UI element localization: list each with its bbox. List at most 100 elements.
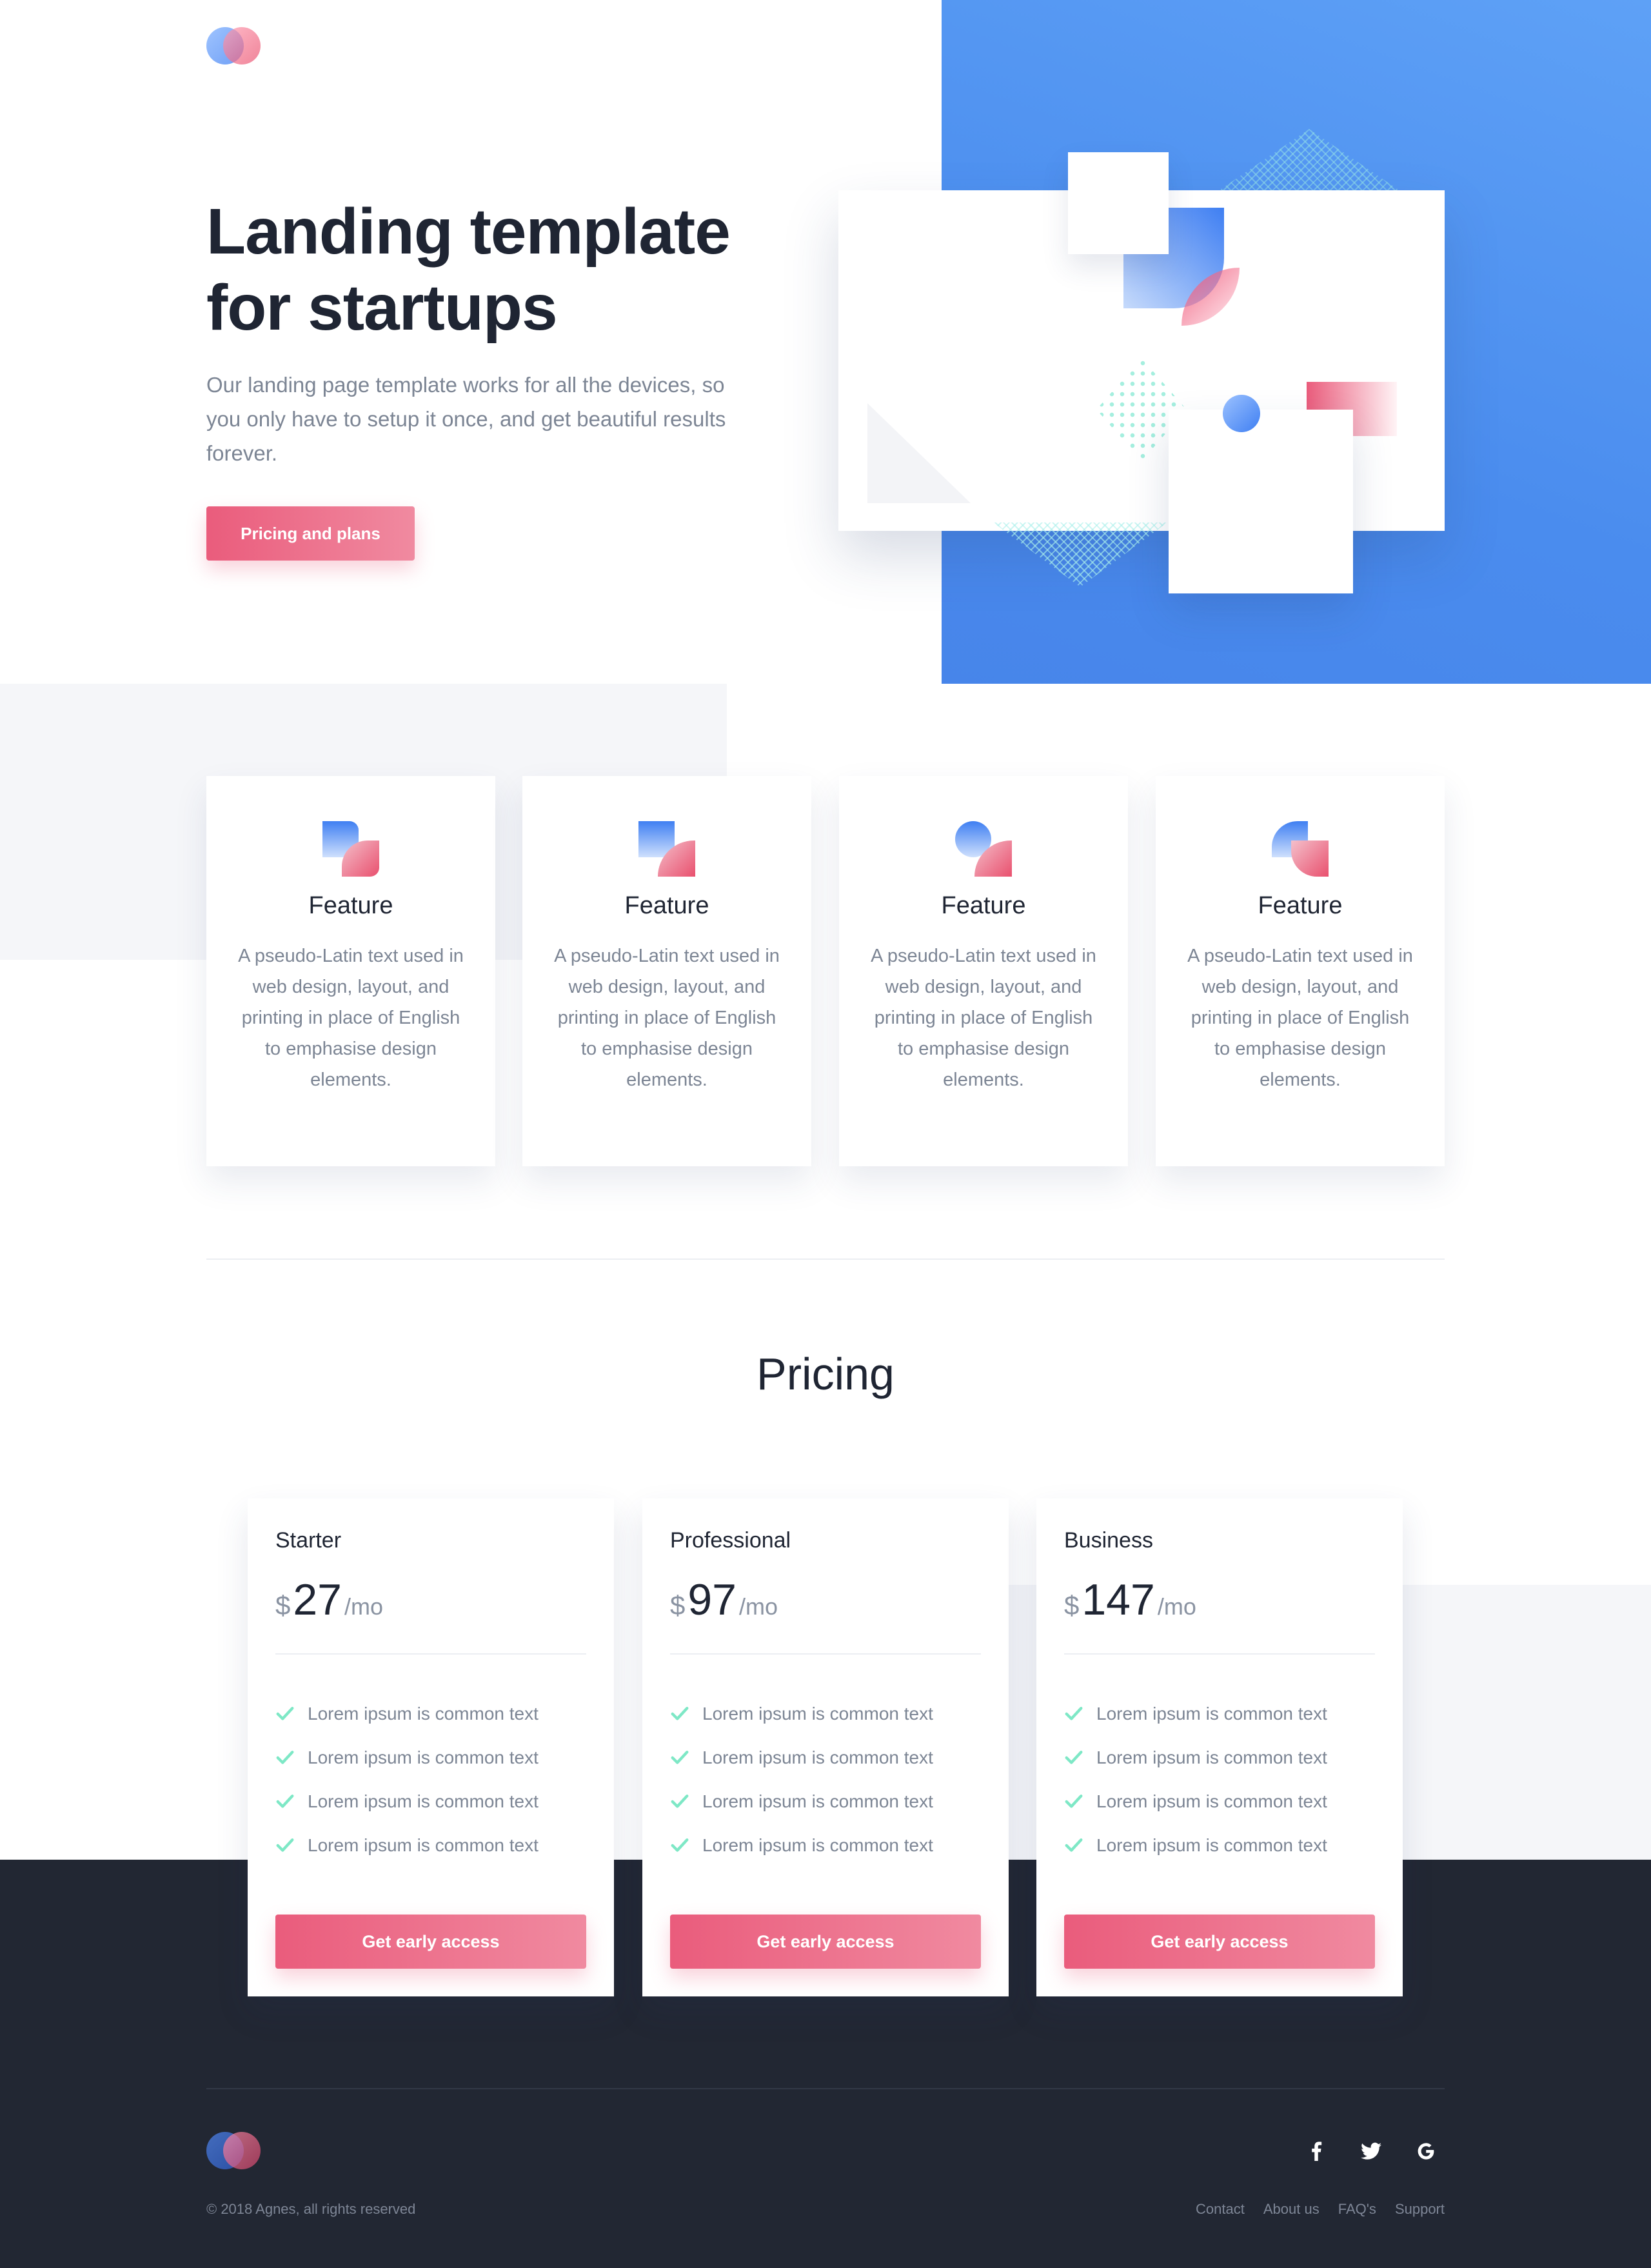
feature-title: Feature	[308, 892, 393, 919]
google-icon[interactable]	[1415, 2140, 1437, 2162]
list-item: Lorem ipsum is common text	[670, 1824, 933, 1867]
list-item-text: Lorem ipsum is common text	[1096, 1704, 1327, 1724]
price-currency: $	[275, 1590, 291, 1620]
footer-links: Contact About us FAQ's Support	[1196, 2201, 1445, 2218]
list-item-text: Lorem ipsum is common text	[1096, 1791, 1327, 1811]
check-icon	[276, 1751, 294, 1764]
list-item: Lorem ipsum is common text	[275, 1736, 539, 1780]
check-icon	[671, 1751, 689, 1764]
plan-divider	[275, 1653, 586, 1655]
list-item: Lorem ipsum is common text	[1064, 1692, 1327, 1736]
feature-card: Feature A pseudo-Latin text used in web …	[839, 776, 1128, 1166]
plan-name: Professional	[670, 1528, 791, 1553]
list-item: Lorem ipsum is common text	[670, 1736, 933, 1780]
list-item-text: Lorem ipsum is common text	[702, 1747, 933, 1767]
hero-subtitle: Our landing page template works for all …	[206, 373, 726, 465]
logo-circle-pink	[223, 2132, 261, 2169]
feature-icon	[955, 821, 1013, 879]
price-period: /mo	[344, 1593, 384, 1620]
blue-ball-shape	[1223, 395, 1260, 432]
price-amount: 27	[293, 1575, 342, 1624]
footer-link-support[interactable]: Support	[1395, 2201, 1445, 2218]
hero-title: Landing template for startups	[206, 195, 731, 344]
feature-title: Feature	[1258, 892, 1343, 919]
list-item-text: Lorem ipsum is common text	[308, 1835, 539, 1855]
footer-link-faqs[interactable]: FAQ's	[1338, 2201, 1376, 2218]
check-icon	[671, 1795, 689, 1808]
feature-icon	[638, 821, 697, 879]
plan-divider	[1064, 1653, 1375, 1655]
feature-text: A pseudo-Latin text used in web design, …	[1187, 946, 1413, 1090]
plan-name: Business	[1064, 1528, 1153, 1553]
price-currency: $	[1064, 1590, 1080, 1620]
logo-circle-pink	[223, 27, 261, 65]
feature-card: Feature A pseudo-Latin text used in web …	[206, 776, 495, 1166]
check-icon	[276, 1707, 294, 1720]
pricing-title: Pricing	[756, 1349, 895, 1399]
pricing-card-business: Business $ 147 /mo Lorem ipsum is common…	[1036, 1498, 1403, 1996]
feature-text: A pseudo-Latin text used in web design, …	[238, 946, 464, 1090]
list-item-text: Lorem ipsum is common text	[1096, 1747, 1327, 1767]
list-item: Lorem ipsum is common text	[1064, 1824, 1327, 1867]
check-icon	[1065, 1838, 1083, 1852]
list-item-text: Lorem ipsum is common text	[702, 1704, 933, 1724]
check-icon	[276, 1795, 294, 1808]
list-item-text: Lorem ipsum is common text	[702, 1791, 933, 1811]
plan-feature-list: Lorem ipsum is common text Lorem ipsum i…	[1064, 1692, 1327, 1867]
list-item-text: Lorem ipsum is common text	[308, 1747, 539, 1767]
footer-link-contact[interactable]: Contact	[1196, 2201, 1245, 2218]
plan-feature-list: Lorem ipsum is common text Lorem ipsum i…	[670, 1692, 933, 1867]
pricing-card-professional: Professional $ 97 /mo Lorem ipsum is com…	[642, 1498, 1009, 1996]
get-early-access-button[interactable]: Get early access	[275, 1915, 586, 1969]
feature-icon	[322, 821, 381, 879]
facebook-icon[interactable]	[1305, 2140, 1327, 2162]
white-square-small	[1068, 152, 1169, 254]
list-item: Lorem ipsum is common text	[670, 1780, 933, 1824]
price-period: /mo	[739, 1593, 778, 1620]
check-icon	[1065, 1707, 1083, 1720]
feature-icon	[1272, 821, 1330, 879]
plan-feature-list: Lorem ipsum is common text Lorem ipsum i…	[275, 1692, 539, 1867]
feature-text: A pseudo-Latin text used in web design, …	[554, 946, 780, 1090]
list-item-text: Lorem ipsum is common text	[702, 1835, 933, 1855]
price-amount: 147	[1082, 1575, 1155, 1624]
list-item: Lorem ipsum is common text	[275, 1692, 539, 1736]
list-item: Lorem ipsum is common text	[670, 1692, 933, 1736]
list-item-text: Lorem ipsum is common text	[308, 1704, 539, 1724]
copyright-text: © 2018 Agnes, all rights reserved	[206, 2201, 416, 2217]
plan-price: $ 147 /mo	[1064, 1575, 1196, 1625]
price-amount: 97	[687, 1575, 737, 1624]
pricing-card-starter: Starter $ 27 /mo Lorem ipsum is common t…	[248, 1498, 614, 1996]
plan-price: $ 27 /mo	[275, 1575, 383, 1625]
list-item: Lorem ipsum is common text	[275, 1780, 539, 1824]
list-item: Lorem ipsum is common text	[1064, 1736, 1327, 1780]
check-icon	[671, 1707, 689, 1720]
get-early-access-button[interactable]: Get early access	[1064, 1915, 1375, 1969]
section-divider	[206, 1258, 1445, 1260]
check-icon	[671, 1838, 689, 1852]
footer-link-about[interactable]: About us	[1263, 2201, 1320, 2218]
feature-text: A pseudo-Latin text used in web design, …	[871, 946, 1096, 1090]
logo[interactable]	[206, 27, 261, 65]
feature-card: Feature A pseudo-Latin text used in web …	[522, 776, 811, 1166]
price-period: /mo	[1157, 1593, 1196, 1620]
list-item: Lorem ipsum is common text	[1064, 1780, 1327, 1824]
pricing-and-plans-button[interactable]: Pricing and plans	[206, 506, 415, 561]
twitter-icon[interactable]	[1360, 2140, 1382, 2162]
plan-divider	[670, 1653, 981, 1655]
footer-divider	[206, 2088, 1445, 2089]
plan-name: Starter	[275, 1528, 342, 1553]
list-item-text: Lorem ipsum is common text	[308, 1791, 539, 1811]
plan-price: $ 97 /mo	[670, 1575, 778, 1625]
feature-card: Feature A pseudo-Latin text used in web …	[1156, 776, 1445, 1166]
check-icon	[1065, 1751, 1083, 1764]
check-icon	[276, 1838, 294, 1852]
check-icon	[1065, 1795, 1083, 1808]
footer-logo[interactable]	[206, 2132, 261, 2169]
list-item: Lorem ipsum is common text	[275, 1824, 539, 1867]
list-item-text: Lorem ipsum is common text	[1096, 1835, 1327, 1855]
feature-title: Feature	[941, 892, 1026, 919]
price-currency: $	[670, 1590, 686, 1620]
feature-title: Feature	[624, 892, 709, 919]
get-early-access-button[interactable]: Get early access	[670, 1915, 981, 1969]
